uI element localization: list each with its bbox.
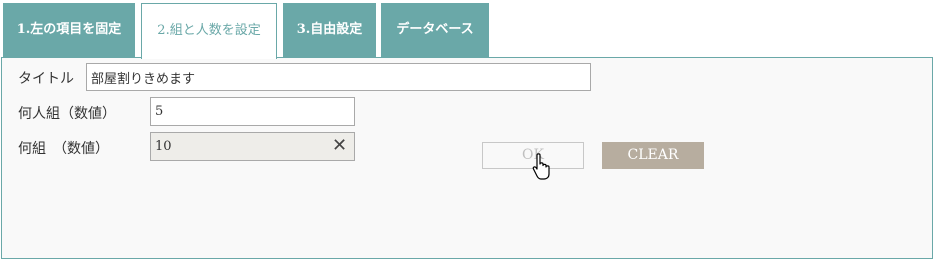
- people-per-group-label: 何人組（数値）: [18, 106, 116, 122]
- hand-pointer-icon: [532, 153, 550, 180]
- tab-bar: 1.左の項目を固定 2.組と人数を設定 3.自由設定 データベース: [3, 3, 933, 59]
- tab-group-settings[interactable]: 2.組と人数を設定: [141, 3, 277, 59]
- tab-database[interactable]: データベース: [381, 3, 489, 57]
- group-count-label: 何組 （数値）: [18, 141, 109, 157]
- people-per-group-input[interactable]: [150, 97, 355, 126]
- clear-button[interactable]: CLEAR: [602, 142, 704, 169]
- title-label: タイトル: [18, 71, 74, 87]
- settings-panel: タイトル 何人組（数値） 何組 （数値） ✕ OK CLEAR: [1, 57, 933, 259]
- tab-fix-left-items[interactable]: 1.左の項目を固定: [3, 3, 135, 57]
- tab-free-settings[interactable]: 3.自由設定: [283, 3, 376, 57]
- group-count-input[interactable]: [150, 132, 355, 161]
- title-input[interactable]: [86, 63, 591, 91]
- clear-field-icon[interactable]: ✕: [332, 135, 347, 156]
